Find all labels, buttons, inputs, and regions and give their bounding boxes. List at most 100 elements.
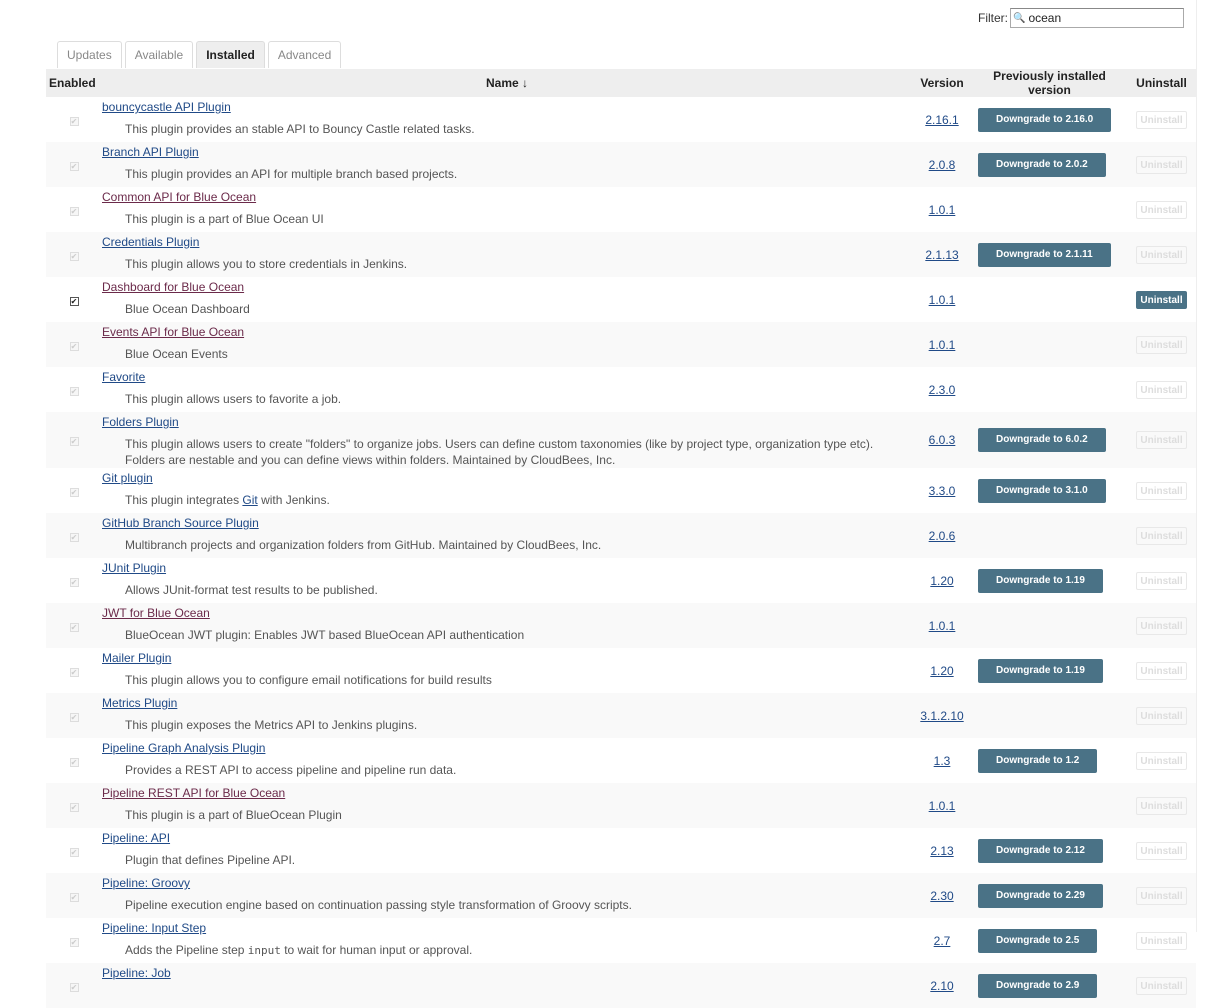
enabled-checkbox[interactable]: ✔ bbox=[69, 206, 79, 216]
tab-updates[interactable]: Updates bbox=[57, 41, 122, 68]
plugin-description: This plugin allows you to configure emai… bbox=[125, 673, 492, 687]
version-link[interactable]: 2.0.6 bbox=[929, 529, 956, 543]
downgrade-button[interactable]: Downgrade to 2.0.2 bbox=[978, 152, 1106, 177]
enabled-checkbox[interactable]: ✔ bbox=[69, 757, 79, 767]
tab-available[interactable]: Available bbox=[124, 41, 194, 68]
plugin-name-link[interactable]: Pipeline: API bbox=[102, 831, 912, 846]
enabled-cell: ✔ bbox=[46, 322, 102, 367]
enabled-cell: ✔ bbox=[46, 468, 102, 513]
downgrade-button[interactable]: Downgrade to 1.19 bbox=[978, 568, 1103, 593]
enabled-checkbox[interactable]: ✔ bbox=[69, 532, 79, 542]
plugin-name-link[interactable]: Credentials Plugin bbox=[102, 235, 912, 250]
enabled-checkbox[interactable]: ✔ bbox=[69, 296, 79, 306]
filter-input[interactable] bbox=[1028, 11, 1177, 25]
version-link[interactable]: 1.0.1 bbox=[929, 293, 956, 307]
uninstall-button: Uninstall bbox=[1136, 886, 1187, 905]
version-link[interactable]: 1.0.1 bbox=[929, 203, 956, 217]
enabled-checkbox[interactable]: ✔ bbox=[69, 622, 79, 632]
enabled-checkbox[interactable]: ✔ bbox=[69, 577, 79, 587]
plugin-name-link[interactable]: GitHub Branch Source Plugin bbox=[102, 516, 912, 531]
downgrade-button[interactable]: Downgrade to 2.1.11 bbox=[978, 242, 1111, 267]
downgrade-button[interactable]: Downgrade to 2.16.0 bbox=[978, 107, 1112, 132]
version-link[interactable]: 1.0.1 bbox=[929, 799, 956, 813]
plugin-name-link[interactable]: Events API for Blue Ocean bbox=[102, 325, 912, 340]
header-uninstall[interactable]: Uninstall bbox=[1127, 69, 1196, 97]
downgrade-button[interactable]: Downgrade to 6.0.2 bbox=[978, 428, 1106, 452]
downgrade-button[interactable]: Downgrade to 2.29 bbox=[978, 883, 1103, 908]
version-link[interactable]: 2.1.13 bbox=[925, 248, 958, 262]
uninstall-button[interactable]: Uninstall bbox=[1136, 290, 1187, 309]
version-cell: 2.10 bbox=[912, 963, 972, 1008]
plugin-name-link[interactable]: Pipeline: Job bbox=[102, 966, 912, 981]
header-name[interactable]: Name ↓ bbox=[102, 69, 912, 97]
header-version[interactable]: Version bbox=[912, 69, 972, 97]
plugin-name-link[interactable]: Pipeline: Groovy bbox=[102, 876, 912, 891]
version-link[interactable]: 2.13 bbox=[930, 844, 953, 858]
enabled-checkbox[interactable]: ✔ bbox=[69, 487, 79, 497]
downgrade-button[interactable]: Downgrade to 1.2 bbox=[978, 748, 1098, 773]
table-row: ✔ Pipeline: API Plugin that defines Pipeli… bbox=[46, 828, 1196, 873]
plugin-name-link[interactable]: JUnit Plugin bbox=[102, 561, 912, 576]
plugin-name-link[interactable]: Common API for Blue Ocean bbox=[102, 190, 912, 205]
downgrade-button[interactable]: Downgrade to 3.1.0 bbox=[978, 478, 1106, 503]
version-link[interactable]: 2.16.1 bbox=[925, 113, 958, 127]
version-link[interactable]: 3.1.2.10 bbox=[920, 709, 963, 723]
enabled-cell: ✔ bbox=[46, 97, 102, 142]
tab-installed[interactable]: Installed bbox=[196, 41, 265, 68]
table-row: ✔ Git plugin This plugin integrates Git wi… bbox=[46, 468, 1196, 513]
enabled-checkbox[interactable]: ✔ bbox=[69, 937, 79, 947]
plugin-name-link[interactable]: Branch API Plugin bbox=[102, 145, 912, 160]
version-link[interactable]: 1.3 bbox=[934, 754, 951, 768]
enabled-checkbox[interactable]: ✔ bbox=[69, 386, 79, 396]
enabled-checkbox[interactable]: ✔ bbox=[69, 712, 79, 722]
version-link[interactable]: 2.0.8 bbox=[929, 158, 956, 172]
plugin-name-link[interactable]: Pipeline REST API for Blue Ocean bbox=[102, 786, 912, 801]
enabled-checkbox[interactable]: ✔ bbox=[69, 667, 79, 677]
version-link[interactable]: 3.3.0 bbox=[929, 484, 956, 498]
description-link[interactable]: Git bbox=[242, 493, 257, 507]
plugin-name-link[interactable]: JWT for Blue Ocean bbox=[102, 606, 912, 621]
plugin-name-link[interactable]: Favorite bbox=[102, 370, 912, 385]
filter-box[interactable]: 🔍 bbox=[1010, 8, 1184, 28]
plugin-name-link[interactable]: Git plugin bbox=[102, 471, 912, 486]
plugin-name-link[interactable]: Mailer Plugin bbox=[102, 651, 912, 666]
previous-version-cell bbox=[972, 367, 1127, 412]
enabled-checkbox[interactable]: ✔ bbox=[69, 802, 79, 812]
plugin-name-link[interactable]: bouncycastle API Plugin bbox=[102, 100, 912, 115]
enabled-checkbox[interactable]: ✔ bbox=[69, 161, 79, 171]
enabled-checkbox[interactable]: ✔ bbox=[69, 892, 79, 902]
downgrade-button[interactable]: Downgrade to 2.12 bbox=[978, 838, 1103, 863]
version-link[interactable]: 2.7 bbox=[934, 934, 951, 948]
version-link[interactable]: 2.3.0 bbox=[929, 383, 956, 397]
vertical-scrollbar[interactable] bbox=[1196, 0, 1210, 932]
enabled-checkbox[interactable]: ✔ bbox=[69, 116, 79, 126]
name-cell: Favorite This plugin allows users to favo… bbox=[102, 367, 912, 412]
plugin-name-link[interactable]: Pipeline: Input Step bbox=[102, 921, 912, 936]
plugin-name-link[interactable]: Folders Plugin bbox=[102, 415, 912, 430]
version-link[interactable]: 1.20 bbox=[930, 574, 953, 588]
version-link[interactable]: 2.30 bbox=[930, 889, 953, 903]
enabled-checkbox[interactable]: ✔ bbox=[69, 847, 79, 857]
plugin-name-link[interactable]: Pipeline Graph Analysis Plugin bbox=[102, 741, 912, 756]
tab-advanced[interactable]: Advanced bbox=[267, 41, 342, 68]
header-enabled[interactable]: Enabled bbox=[46, 69, 102, 97]
enabled-checkbox[interactable]: ✔ bbox=[69, 251, 79, 261]
plugin-name-link[interactable]: Metrics Plugin bbox=[102, 696, 912, 711]
plugin-name-link[interactable]: Dashboard for Blue Ocean bbox=[102, 280, 912, 295]
version-link[interactable]: 1.0.1 bbox=[929, 338, 956, 352]
version-link[interactable]: 2.10 bbox=[930, 979, 953, 993]
plugin-description: Plugin that defines Pipeline API. bbox=[125, 853, 296, 867]
description-code: input bbox=[247, 944, 281, 957]
enabled-checkbox[interactable]: ✔ bbox=[69, 982, 79, 992]
version-link[interactable]: 1.20 bbox=[930, 664, 953, 678]
version-link[interactable]: 6.0.3 bbox=[929, 433, 956, 447]
name-cell: Pipeline: Input Step Adds the Pipeline st… bbox=[102, 918, 912, 963]
version-link[interactable]: 1.0.1 bbox=[929, 619, 956, 633]
name-cell: Credentials Plugin This plugin allows you… bbox=[102, 232, 912, 277]
downgrade-button[interactable]: Downgrade to 2.5 bbox=[978, 928, 1098, 953]
enabled-checkbox[interactable]: ✔ bbox=[69, 341, 79, 351]
downgrade-button[interactable]: Downgrade to 2.9 bbox=[978, 973, 1098, 998]
enabled-checkbox[interactable]: ✔ bbox=[69, 437, 79, 446]
header-previous-version[interactable]: Previously installed version bbox=[972, 69, 1127, 97]
downgrade-button[interactable]: Downgrade to 1.19 bbox=[978, 658, 1103, 683]
